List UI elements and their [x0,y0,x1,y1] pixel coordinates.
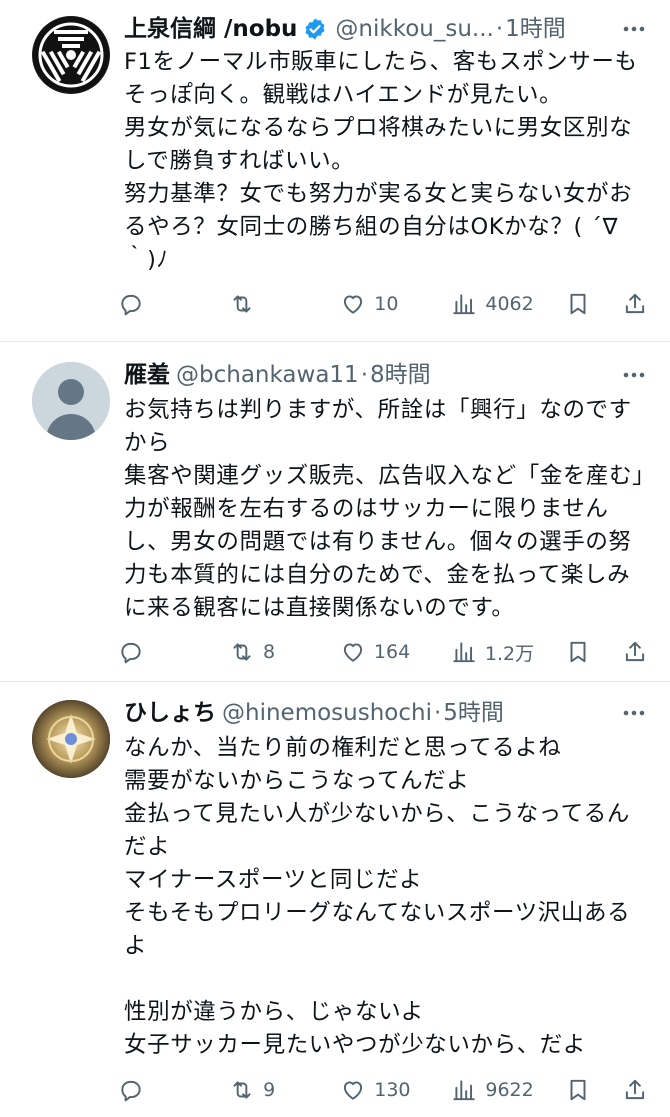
avatar[interactable] [32,700,110,778]
separator-dot: · [433,700,442,726]
tweet-header: ひしょち @hinemosushochi · 5時間 [124,696,648,730]
default-avatar [32,362,110,440]
views-count: 4062 [485,293,534,315]
retweet-button[interactable]: 8 [229,639,309,665]
timestamp[interactable]: 8時間 [370,358,431,392]
retweet-count: 9 [263,1079,276,1101]
tweet-text: お気持ちは判りますが、所詮は「興行」なのですから 集客や関連グッズ販売、広告収入… [124,397,645,621]
like-button[interactable]: 130 [340,1077,420,1103]
separator-dot: · [495,16,504,42]
views-chart-icon [453,642,475,663]
like-count: 10 [374,293,399,315]
views-count: 1.2万 [484,642,535,665]
display-name[interactable]: ひしょち [124,696,216,730]
like-count: 130 [374,1079,411,1101]
views-button[interactable]: 9622 [451,1077,534,1103]
bookmark-icon [570,641,586,663]
views-button[interactable]: 1.2万 [451,639,534,666]
heart-icon [344,295,363,314]
action-bar: 9 130 9622 [118,1070,648,1110]
like-button[interactable]: 164 [340,639,420,665]
bookmark-button[interactable] [565,1077,591,1103]
retweet-icon [233,643,251,661]
action-bar: 10 4062 [118,284,648,324]
share-icon [625,293,645,314]
tweet[interactable]: 上泉信綱 /nobu @nikkou_su... · 1時間 F1をノーマル市販… [0,0,670,342]
reply-button[interactable] [118,639,198,665]
reply-icon [121,294,141,316]
tweet-text: F1をノーマル市販車にしたら、客もスポンサーもそっぽ向く。観戦はハイエンドが見た… [124,49,638,273]
user-handle[interactable]: @bchankawa11 [176,358,359,392]
bookmark-button[interactable] [565,291,591,317]
share-button[interactable] [622,639,648,665]
share-button[interactable] [622,1077,648,1103]
share-button[interactable] [622,291,648,317]
tweet-header: 上泉信綱 /nobu @nikkou_su... · 1時間 [124,12,648,46]
user-handle[interactable]: @nikkou_su... [335,12,493,46]
timestamp[interactable]: 1時間 [505,12,566,46]
share-icon [625,1079,645,1100]
bookmark-icon [570,1079,586,1101]
action-bar: 8 164 1.2万 [118,632,648,672]
display-name[interactable]: 上泉信綱 /nobu [124,12,297,46]
more-options-icon[interactable] [620,12,648,46]
avatar[interactable] [32,16,110,94]
gold-emblem-avatar [32,700,110,778]
reply-icon [121,642,141,664]
reply-button[interactable] [118,291,198,317]
reply-icon [121,1080,141,1102]
like-button[interactable]: 10 [340,291,420,317]
user-handle[interactable]: @hinemosushochi [222,696,432,730]
tweet[interactable]: 雁羞 @bchankawa11 · 8時間 お気持ちは判りますが、所詮は「興行」… [0,342,670,682]
timestamp[interactable]: 5時間 [443,696,504,730]
views-button[interactable]: 4062 [451,291,534,317]
share-icon [625,641,645,662]
views-count: 9622 [485,1079,534,1101]
more-options-icon[interactable] [620,358,648,392]
timeline-feed: 上泉信綱 /nobu @nikkou_su... · 1時間 F1をノーマル市販… [0,0,670,1117]
tweet-header: 雁羞 @bchankawa11 · 8時間 [124,358,648,392]
tweet-text: なんか、当たり前の権利だと思ってるよね 需要がないからこうなってんだよ 金払って… [124,735,631,1058]
bookmark-icon [570,293,586,315]
retweet-button[interactable] [229,291,309,317]
retweet-icon [233,1081,251,1099]
bookmark-button[interactable] [565,639,591,665]
like-count: 164 [373,641,411,663]
tweet[interactable]: ひしょち @hinemosushochi · 5時間 なんか、当たり前の権利だと… [0,682,670,1117]
heart-icon [343,643,363,662]
retweet-count: 8 [262,641,276,663]
views-chart-icon [453,294,476,315]
verified-badge-icon [303,17,327,41]
views-chart-icon [453,1080,476,1101]
emblem-logo [33,17,109,93]
heart-icon [344,1081,363,1100]
reply-button[interactable] [118,1077,198,1103]
retweet-icon [233,295,251,313]
more-options-icon[interactable] [620,696,648,730]
retweet-button[interactable]: 9 [229,1077,309,1103]
display-name[interactable]: 雁羞 [124,358,170,392]
avatar[interactable] [32,362,110,440]
separator-dot: · [360,362,368,388]
